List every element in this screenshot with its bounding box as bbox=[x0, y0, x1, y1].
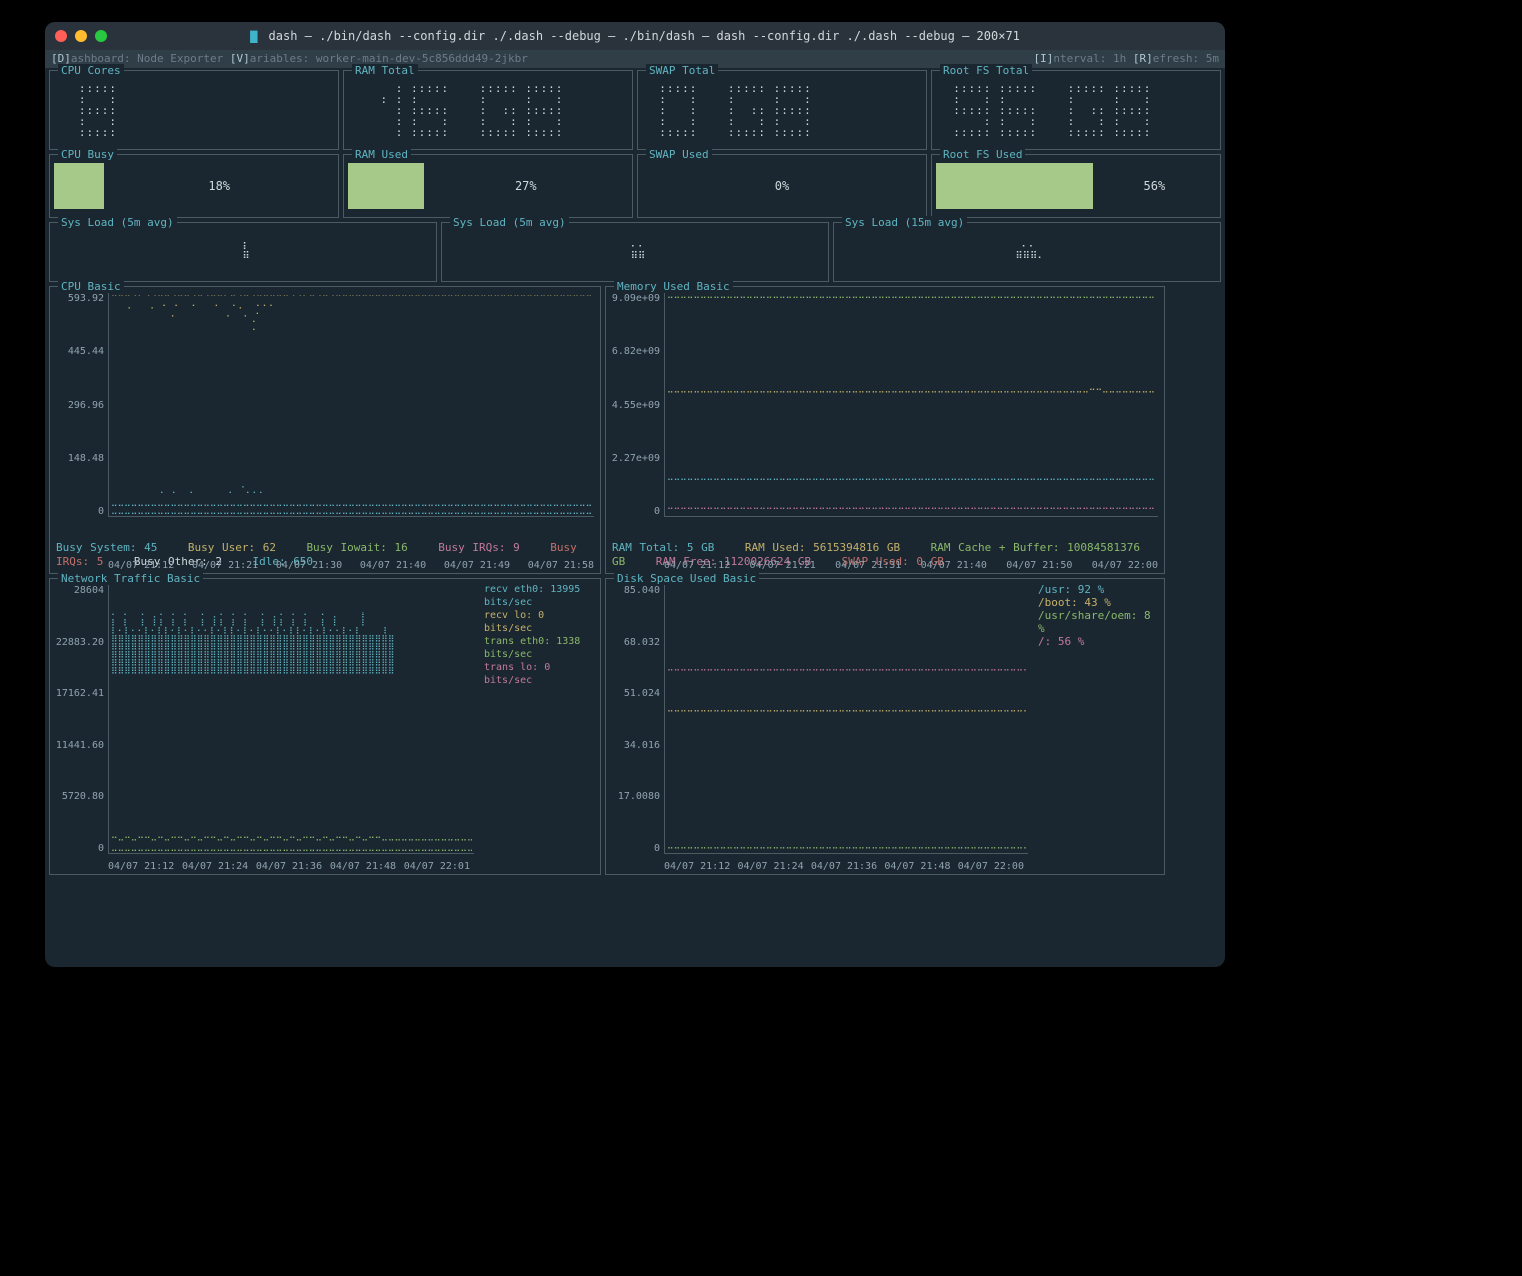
y-axis: 28604 22883.20 17162.41 11441.60 5720.80… bbox=[50, 579, 108, 874]
plot-area: ⠂ ⠂ ⠂ ⠄⠂ ⠂ ⠂ ⠂ ⠄⠂ ⠂ ⠂ ⠂ ⠄⠂ ⠂ ⠂ ⠂ ⠄ ⠇ ⠇ ⠇… bbox=[108, 585, 474, 854]
panel-title: Root FS Total bbox=[940, 64, 1032, 77]
y-axis: 9.09e+09 6.82e+09 4.55e+09 2.27e+09 0 bbox=[606, 287, 664, 537]
panel-disk-basic: Disk Space Used Basic 85.040 68.032 51.0… bbox=[605, 578, 1165, 875]
panel-title: SWAP Total bbox=[646, 64, 718, 77]
panel-title: CPU Cores bbox=[58, 64, 124, 77]
panel-ram-total: RAM Total : ::::: ::::: ::::: : : : : : … bbox=[343, 70, 633, 150]
panel-root-fs-total: Root FS Total ::::: ::::: ::::: ::::: : … bbox=[931, 70, 1221, 150]
gauge-label: 56% bbox=[1093, 179, 1216, 193]
plot-area: ⠒⠒⠒⠒⠒⠒⠒⠒⠒⠒⠒⠒⠒⠒⠒⠒⠒⠒⠒⠒⠒⠒⠒⠒⠒⠒⠒⠒⠒⠒⠒⠒⠒⠒⠒⠒⠒⠒⠒⠒… bbox=[664, 293, 1158, 517]
panel-cpu-cores: CPU Cores ::::: : : ::::: : : ::::: bbox=[49, 70, 339, 150]
panel-root-fs-used: Root FS Used 56% bbox=[931, 154, 1221, 218]
panel-swap-total: SWAP Total ::::: ::::: ::::: : : : : : :… bbox=[637, 70, 927, 150]
panel-title: CPU Busy bbox=[58, 148, 117, 161]
panel-network-basic: Network Traffic Basic 28604 22883.20 171… bbox=[49, 578, 601, 875]
chart-series-used: ⠤⠤⠤⠤⠤⠤⠤⠤⠤⠤⠤⠤⠤⠤⠤⠤⠤⠤⠤⠤⠤⠤⠤⠤⠤⠤⠤⠤⠤⠤⠤⠤⠤⠤⠤⠤⠤⠤⠤⠤… bbox=[667, 387, 1156, 395]
gauge-bar bbox=[936, 163, 1093, 209]
chart-series-trans: ⠒⠤⠒⠤⠒⠒⠤⠒⠤⠒⠒⠤⠒⠤⠒⠒⠤⠒⠤⠒⠒⠤⠒⠤⠒⠒⠤⠒⠤⠒⠒⠤⠒⠤⠒⠒⠤⠒⠤⠒… bbox=[111, 835, 472, 851]
interval-key[interactable]: [I] bbox=[1034, 52, 1054, 65]
big-value-swap-total: ::::: ::::: ::::: : : : : : : : : :: :::… bbox=[644, 77, 920, 138]
x-axis: 04/07 21:12 04/07 21:21 04/07 21:30 04/0… bbox=[108, 560, 594, 571]
panel-title: CPU Basic bbox=[58, 280, 124, 293]
chart-legend: recv eth0: 13995 bits/sec recv lo: 0 bit… bbox=[480, 579, 600, 874]
panel-title: Sys Load (15m avg) bbox=[842, 216, 967, 229]
panel-sysload-5m-a: Sys Load (5m avg) ⠇ ⠿ bbox=[49, 222, 437, 282]
panel-title: Root FS Used bbox=[940, 148, 1025, 161]
variables-key[interactable]: [V] bbox=[230, 52, 250, 65]
panel-title: RAM Used bbox=[352, 148, 411, 161]
panel-title: Sys Load (5m avg) bbox=[58, 216, 177, 229]
panel-cpu-basic: CPU Basic 593.92 445.44 296.96 148.48 0 … bbox=[49, 286, 601, 574]
gauge-label: 0% bbox=[642, 179, 922, 193]
gauge-label: 18% bbox=[104, 179, 334, 193]
panel-ram-used: RAM Used 27% bbox=[343, 154, 633, 218]
x-axis: 04/07 21:12 04/07 21:21 04/07 21:31 04/0… bbox=[664, 560, 1158, 571]
big-value-root-fs-total: ::::: ::::: ::::: ::::: : : : : : : ::::… bbox=[938, 77, 1214, 138]
panel-title: Sys Load (5m avg) bbox=[450, 216, 569, 229]
chart-series-busy: ⠄ ⠂ ⠂ ⠂ ⠂ ⠂⠂⠂ ⣀⣀⣀⣀⣀⣀⣀⣀⣀⣀⣀⣀⣀⣀⣀⣀⣀⣀⣀⣀⣀⣀⣀⣀⣀⣀… bbox=[111, 482, 592, 514]
chart-series-total: ⠒⠒⠒⠒⠒⠒⠒⠒⠒⠒⠒⠒⠒⠒⠒⠒⠒⠒⠒⠒⠒⠒⠒⠒⠒⠒⠒⠒⠒⠒⠒⠒⠒⠒⠒⠒⠒⠒⠒⠒… bbox=[667, 477, 1156, 485]
status-bar: [D]ashboard: Node Exporter [V]ariables: … bbox=[45, 50, 1225, 68]
chart-series-oem: ⠤⠤⠤⠤⠤⠤⠤⠤⠤⠤⠤⠤⠤⠤⠤⠤⠤⠤⠤⠤⠤⠤⠤⠤⠤⠤⠤⠤⠤⠤⠤⠤⠤⠤⠤⠤⠤⠤⠤⠤… bbox=[667, 843, 1026, 851]
panel-title: Memory Used Basic bbox=[614, 280, 733, 293]
panel-title: RAM Total bbox=[352, 64, 418, 77]
panel-swap-used: SWAP Used 0% bbox=[637, 154, 927, 218]
terminal-window: ▇ dash — ./bin/dash --config.dir ./.dash… bbox=[45, 22, 1225, 967]
sysload-value: ⠂⠂ ⠿⠿⠿⠄ bbox=[1009, 243, 1044, 261]
refresh-key[interactable]: [R] bbox=[1133, 52, 1153, 65]
panel-title: Network Traffic Basic bbox=[58, 572, 203, 585]
panel-sysload-15m: Sys Load (15m avg) ⠂⠂ ⠿⠿⠿⠄ bbox=[833, 222, 1221, 282]
y-axis: 593.92 445.44 296.96 148.48 0 bbox=[50, 287, 108, 537]
y-axis: 85.040 68.032 51.024 34.016 17.0080 0 bbox=[606, 579, 664, 874]
x-axis: 04/07 21:12 04/07 21:24 04/07 21:36 04/0… bbox=[664, 861, 1024, 872]
plot-area: ⠉⠉⠉⠈⠁⠈⠈⠉⠉⠈⠉⠉⠈⠉⠈⠉⠉⠁⠉⠈⠉⠈⠉⠉⠉⠉⠉⠈⠈⠁⠉⠈⠉⠈⠉⠉⠉⠉⠉⠉… bbox=[108, 293, 594, 517]
chart-series-boot: ⠤⠤⠤⠤⠤⠤⠤⠤⠤⠤⠤⠤⠤⠤⠤⠤⠤⠤⠤⠤⠤⠤⠤⠤⠤⠤⠤⠤⠤⠤⠤⠤⠤⠤⠤⠤⠤⠤⠤⠤… bbox=[667, 706, 1026, 714]
chart-series-idle: ⠉⠉⠉⠈⠁⠈⠈⠉⠉⠈⠉⠉⠈⠉⠈⠉⠉⠁⠉⠈⠉⠈⠉⠉⠉⠉⠉⠈⠈⠁⠉⠈⠉⠈⠉⠉⠉⠉⠉⠉… bbox=[111, 295, 592, 335]
x-axis: 04/07 21:12 04/07 21:24 04/07 21:36 04/0… bbox=[108, 861, 470, 872]
big-value-cpu-cores: ::::: : : ::::: : : ::::: bbox=[56, 77, 332, 138]
titlebar[interactable]: ▇ dash — ./bin/dash --config.dir ./.dash… bbox=[45, 22, 1225, 50]
plot-area: ⠤⠤⠤⠤⠤⠤⠤⠤⠤⠤⠤⠤⠤⠤⠤⠤⠤⠤⠤⠤⠤⠤⠤⠤⠤⠤⠤⠤⠤⠤⠤⠤⠤⠤⠤⠤⠤⠤⠤⠤… bbox=[664, 585, 1028, 854]
gauge-bar bbox=[348, 163, 424, 209]
gauge-bar bbox=[54, 163, 104, 209]
chart-series-cache: ⠒⠒⠒⠒⠒⠒⠒⠒⠒⠒⠒⠒⠒⠒⠒⠒⠒⠒⠒⠒⠒⠒⠒⠒⠒⠒⠒⠒⠒⠒⠒⠒⠒⠒⠒⠒⠒⠒⠒⠒… bbox=[667, 295, 1156, 303]
panel-title: Disk Space Used Basic bbox=[614, 572, 759, 585]
chart-series-recv: ⠂ ⠂ ⠂ ⠄⠂ ⠂ ⠂ ⠂ ⠄⠂ ⠂ ⠂ ⠂ ⠄⠂ ⠂ ⠂ ⠂ ⠄ ⠇ ⠇ ⠇… bbox=[111, 612, 472, 676]
panel-sysload-5m-b: Sys Load (5m avg) ⠂⠂ ⠿⠿ bbox=[441, 222, 829, 282]
window-title: ▇ dash — ./bin/dash --config.dir ./.dash… bbox=[45, 29, 1225, 43]
panel-title: SWAP Used bbox=[646, 148, 712, 161]
sysload-value: ⠂⠂ ⠿⠿ bbox=[625, 243, 646, 261]
chart-legend: /usr: 92 % /boot: 43 % /usr/share/oem: 8… bbox=[1034, 579, 1164, 874]
panel-cpu-busy: CPU Busy 18% bbox=[49, 154, 339, 218]
panel-memory-basic: Memory Used Basic 9.09e+09 6.82e+09 4.55… bbox=[605, 286, 1165, 574]
chart-series-free: ⠒⠒⠒⠒⠒⠒⠒⠒⠒⠒⠒⠒⠒⠒⠒⠒⠒⠒⠒⠒⠒⠒⠒⠒⠒⠒⠒⠒⠒⠒⠒⠒⠒⠒⠒⠒⠒⠒⠒⠒… bbox=[667, 506, 1156, 514]
sysload-value: ⠇ ⠿ bbox=[236, 243, 249, 261]
big-value-ram-total: : ::::: ::::: ::::: : : : : : : : ::::: … bbox=[350, 77, 626, 138]
chart-series-root: ⠤⠤⠤⠤⠤⠤⠤⠤⠤⠤⠤⠤⠤⠤⠤⠤⠤⠤⠤⠤⠤⠤⠤⠤⠤⠤⠤⠤⠤⠤⠤⠤⠤⠤⠤⠤⠤⠤⠤⠤… bbox=[667, 665, 1026, 673]
gauge-label: 27% bbox=[424, 179, 628, 193]
dashboard-content: CPU Cores ::::: : : ::::: : : ::::: RAM … bbox=[45, 68, 1225, 877]
folder-icon: ▇ bbox=[250, 29, 257, 43]
